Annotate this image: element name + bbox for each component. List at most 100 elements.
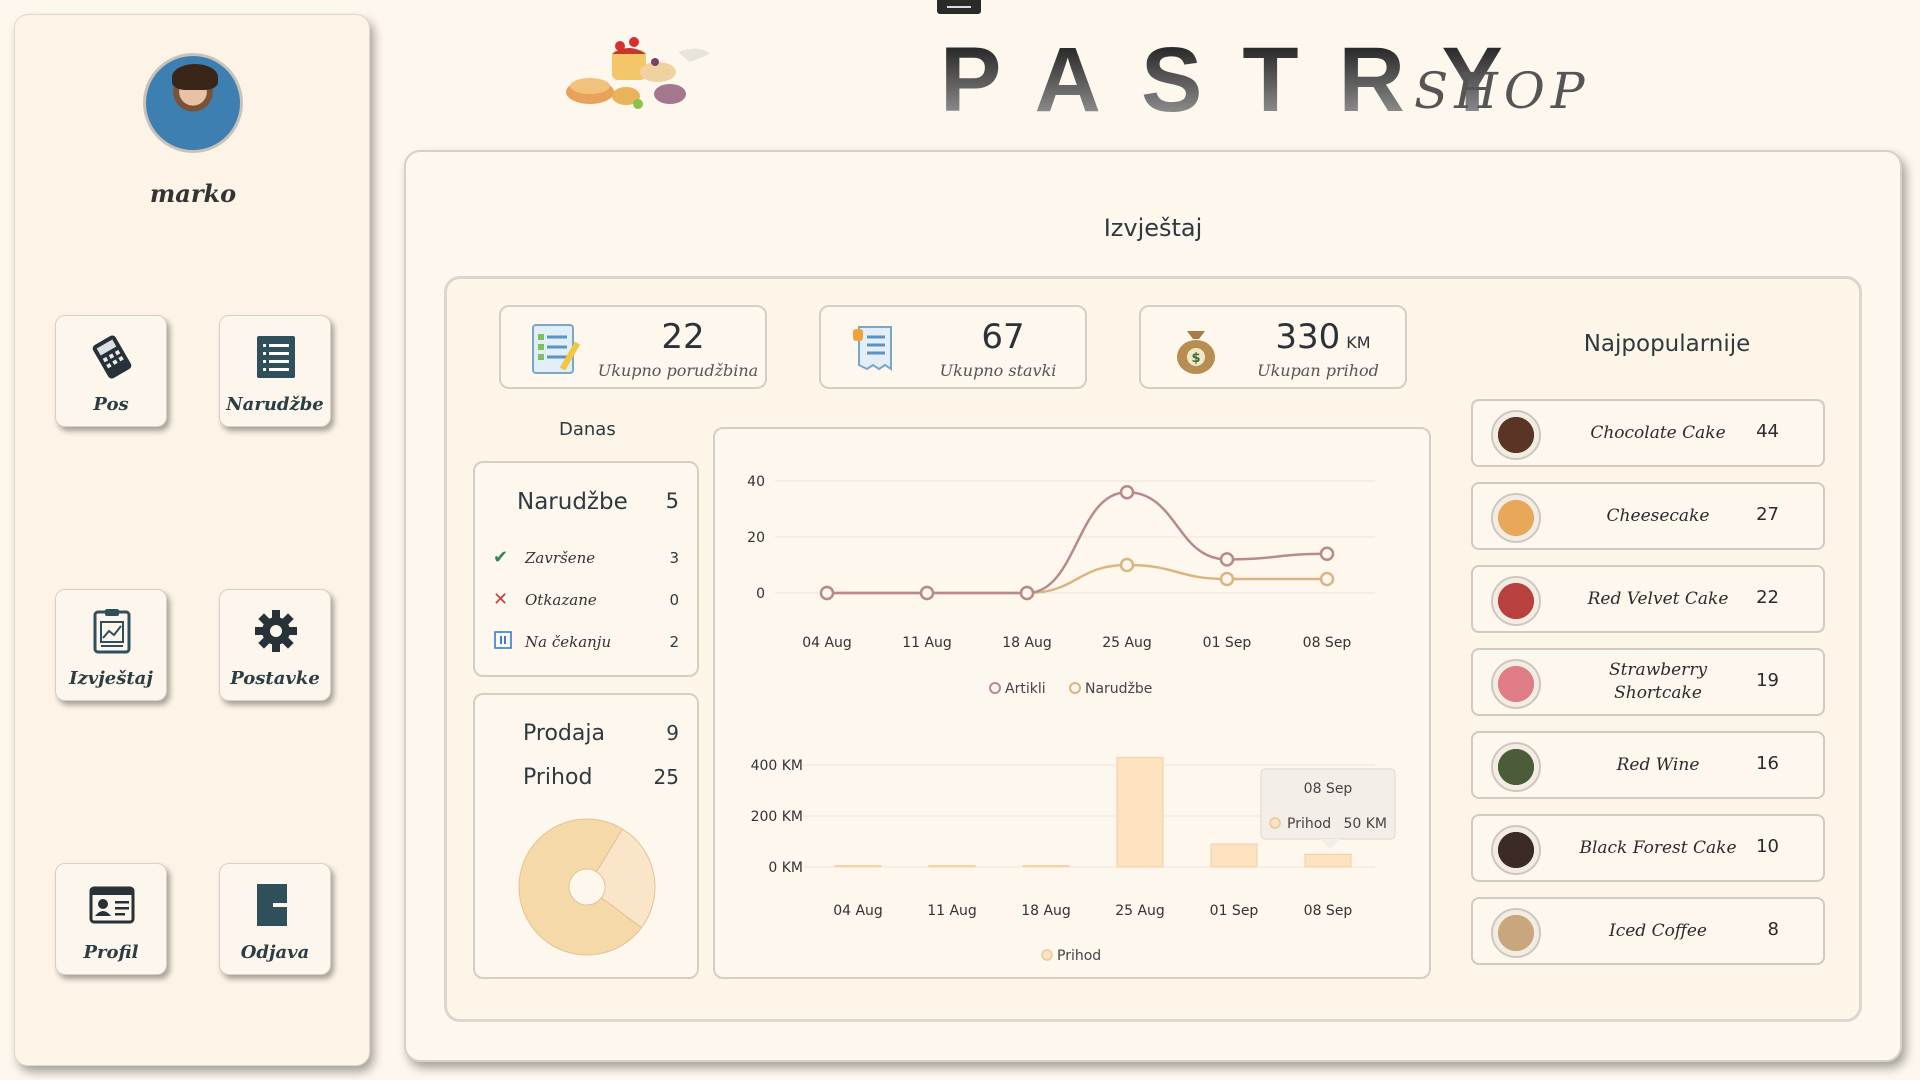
nav-report-button[interactable]: Izvještaj — [55, 589, 167, 701]
y-tick-label: 400 KM — [751, 758, 803, 774]
x-tick-label: 11 Aug — [902, 635, 952, 651]
data-point — [1219, 571, 1235, 587]
tooltip-value: 50 KM — [1343, 816, 1387, 832]
check-icon: ✔ — [493, 547, 509, 568]
y-tick-label: 40 — [747, 474, 765, 490]
today-orders-total: 5 — [665, 489, 679, 513]
x-tick-label: 25 Aug — [1102, 635, 1152, 651]
product-thumbnail — [1491, 742, 1541, 792]
legend-label: Artikli — [1005, 681, 1046, 697]
receipt-icon — [853, 326, 892, 371]
x-tick-label: 25 Aug — [1115, 903, 1165, 919]
popular-item[interactable]: Iced Coffee 8 — [1471, 897, 1825, 965]
cross-icon: ✕ — [493, 589, 509, 610]
bar — [1210, 843, 1258, 868]
today-revenue-row: Prihod 25 — [523, 765, 679, 790]
report-icon — [93, 609, 131, 654]
sidebar: marko Pos Narudžbe Izvještaj Postavke Pr… — [14, 14, 370, 1066]
popular-item[interactable]: Black Forest Cake 10 — [1471, 814, 1825, 882]
data-point — [1319, 546, 1335, 562]
svg-text:$: $ — [1191, 351, 1200, 366]
stat-total-orders-value: 22 — [661, 317, 705, 357]
popular-item[interactable]: Red Wine 16 — [1471, 731, 1825, 799]
x-tick-label: 04 Aug — [802, 635, 852, 651]
nav-logout-button[interactable]: Odjava — [219, 863, 331, 975]
stat-total-items-caption: Ukupno stavki — [939, 361, 1057, 380]
stat-total-items: 67 Ukupno stavki — [819, 305, 1087, 389]
popular-item[interactable]: Chocolate Cake 44 — [1471, 399, 1825, 467]
stat-total-orders: 22 Ukupno porudžbina — [499, 305, 767, 389]
card-terminal-icon — [92, 335, 132, 379]
legend-label: Prihod — [1057, 948, 1101, 964]
user-name: marko — [149, 179, 237, 208]
x-tick-label: 01 Sep — [1210, 903, 1259, 919]
avatar — [143, 53, 243, 153]
x-tick-label: 01 Sep — [1203, 635, 1252, 651]
popular-item[interactable]: Red Velvet Cake 22 — [1471, 565, 1825, 633]
x-tick-label: 18 Aug — [1021, 903, 1071, 919]
bar — [1116, 756, 1164, 868]
orders-completed-row: ✔ Završene 3 — [493, 547, 679, 568]
id-card-icon — [89, 886, 135, 924]
data-point — [1119, 484, 1135, 500]
popular-item[interactable]: Cheesecake 27 — [1471, 482, 1825, 550]
product-thumbnail — [1491, 825, 1541, 875]
x-tick-label: 04 Aug — [833, 903, 883, 919]
product-thumbnail — [1491, 908, 1541, 958]
nav-profile-label: Profil — [83, 942, 139, 963]
today-donut-chart — [518, 818, 656, 956]
tooltip-label: Prihod — [1287, 816, 1331, 832]
y-tick-label: 0 — [756, 586, 765, 602]
tooltip-marker — [1269, 817, 1281, 829]
nav-settings-label: Postavke — [230, 668, 320, 689]
today-sales-panel: Prodaja 9 Prihod 25 — [473, 693, 699, 979]
legend-label: Narudžbe — [1085, 681, 1152, 697]
nav-profile-button[interactable]: Profil — [55, 863, 167, 975]
x-tick-label: 11 Aug — [927, 903, 977, 919]
legend-marker — [989, 682, 1001, 694]
today-orders-label: Narudžbe — [517, 489, 628, 515]
nav-orders-button[interactable]: Narudžbe — [219, 315, 331, 427]
y-tick-label: 200 KM — [751, 809, 803, 825]
tooltip-pointer — [1320, 839, 1340, 849]
today-orders-panel: Narudžbe 5 ✔ Završene 3 ✕ Otkazane 0 Na … — [473, 461, 699, 677]
data-point — [1219, 552, 1235, 567]
money-bag-icon: $ — [1177, 331, 1215, 374]
x-tick-label: 08 Sep — [1304, 903, 1353, 919]
data-point — [1019, 585, 1035, 601]
data-point — [819, 585, 835, 601]
stat-total-items-value: 67 — [981, 317, 1025, 357]
page-title: Izvještaj — [1103, 214, 1203, 242]
product-thumbnail — [1491, 493, 1541, 543]
today-label: Danas — [559, 419, 616, 440]
tooltip-title: 08 Sep — [1304, 781, 1353, 797]
today-sales-row: Prodaja 9 — [523, 721, 679, 746]
orders-pending-row: Na čekanju 2 — [493, 631, 679, 655]
series-line — [827, 563, 1327, 595]
pause-icon — [494, 631, 512, 649]
bar — [834, 865, 882, 868]
brand-subtitle: SHOP — [1414, 62, 1591, 120]
nav-report-label: Izvještaj — [69, 668, 153, 689]
stat-total-revenue: $ 330 KM Ukupan prihod — [1139, 305, 1407, 389]
x-tick-label: 18 Aug — [1002, 635, 1052, 651]
data-point — [919, 585, 935, 601]
legend-marker — [1041, 949, 1053, 961]
logout-icon — [257, 884, 297, 926]
bar — [1022, 865, 1070, 868]
checklist-icon — [532, 324, 581, 374]
y-tick-label: 20 — [747, 530, 765, 546]
main-panel: Izvještaj 22 Ukupno porudžbina 67 Ukupno… — [404, 150, 1902, 1062]
product-thumbnail — [1491, 659, 1541, 709]
nav-pos-button[interactable]: Pos — [55, 315, 167, 427]
y-tick-label: 0 KM — [768, 860, 803, 876]
data-point — [1119, 557, 1135, 573]
charts-panel: 0 20 40 04 Aug 11 Aug 18 Aug 25 Aug 01 Sep 08 Se… — [713, 427, 1431, 979]
popular-item[interactable]: Strawberry Shortcake 19 — [1471, 648, 1825, 716]
nav-pos-label: Pos — [93, 394, 129, 415]
nav-settings-button[interactable]: Postavke — [219, 589, 331, 701]
report-area: 22 Ukupno porudžbina 67 Ukupno stavki $ … — [444, 276, 1862, 1022]
list-icon — [257, 336, 295, 378]
window-drag-handle[interactable] — [937, 0, 981, 14]
stat-total-orders-caption: Ukupno porudžbina — [597, 361, 759, 380]
